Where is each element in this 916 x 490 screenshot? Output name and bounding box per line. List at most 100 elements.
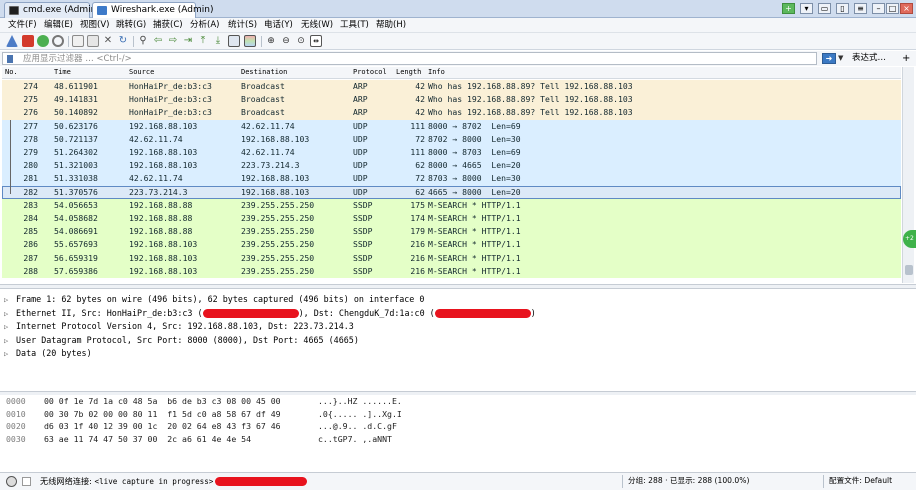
expand-arrow-icon[interactable]: ▷ [4, 348, 16, 362]
menu-wireless[interactable]: 无线(W) [301, 19, 333, 32]
expand-arrow-icon[interactable]: ▷ [4, 294, 16, 308]
detail-data[interactable]: ▷ Data (20 bytes) [4, 347, 92, 361]
go-to-packet-icon[interactable]: ⇥ [182, 35, 194, 47]
close-icon[interactable]: × [900, 3, 913, 14]
packet-number: 274 [23, 81, 38, 91]
capture-status-icon[interactable] [6, 476, 17, 487]
column-header-time[interactable]: Time [54, 67, 71, 78]
stop-icon[interactable] [22, 35, 34, 47]
maximize-icon[interactable]: □ [886, 3, 899, 14]
expand-arrow-icon[interactable]: ▷ [4, 308, 16, 322]
status-profile[interactable]: 配置文件: Default [829, 473, 892, 489]
open-file-icon[interactable] [72, 35, 84, 47]
menu-tools[interactable]: 工具(T) [340, 19, 369, 32]
last-packet-icon[interactable]: ⤓ [212, 35, 224, 47]
split-icon[interactable]: ▯ [836, 3, 849, 14]
packet-details[interactable]: ▷ Frame 1: 62 bytes on wire (496 bits), 6… [2, 290, 914, 390]
autoscroll-icon[interactable] [228, 35, 240, 47]
menu-file[interactable]: 文件(F) [8, 19, 37, 32]
packet-protocol: UDP [353, 147, 368, 157]
packet-destination: Broadcast [241, 81, 285, 91]
packet-row[interactable]: 274 48.611901 HonHaiPr_de:b3:c3 Broadcast AR… [2, 80, 901, 94]
detail-udp[interactable]: ▷ User Datagram Protocol, Src Port: 8000 … [4, 334, 359, 348]
packet-row[interactable]: 275 49.141831 HonHaiPr_de:b3:c3 Broadcast AR… [2, 93, 901, 107]
resize-columns-icon[interactable]: ⇹ [310, 35, 322, 47]
packet-info: M-SEARCH * HTTP/1.1 [428, 199, 521, 210]
packet-row[interactable]: 281 51.331038 42.62.11.74 192.168.88.103 UDP… [2, 172, 901, 186]
restart-icon[interactable] [37, 35, 49, 47]
menu-statistics[interactable]: 统计(S) [228, 19, 257, 32]
packet-protocol: SSDP [353, 239, 373, 250]
shark-fin-start-icon[interactable] [6, 35, 18, 47]
packet-row[interactable]: 286 55.657693 192.168.88.103 239.255.255.25… [2, 238, 901, 252]
column-header-protocol[interactable]: Protocol [353, 67, 387, 78]
bookmark-icon[interactable] [7, 55, 13, 63]
packet-number: 284 [23, 213, 38, 223]
menu-go[interactable]: 跳转(G) [116, 19, 146, 32]
packet-row[interactable]: 284 54.058682 192.168.88.88 239.255.255.250… [2, 212, 901, 226]
zoom-out-icon[interactable]: ⊖ [280, 35, 292, 47]
normal-size-icon[interactable]: ⊙ [295, 35, 307, 47]
edit-comment-icon[interactable] [22, 477, 31, 486]
menu-capture[interactable]: 捕获(C) [153, 19, 183, 32]
expand-arrow-icon[interactable]: ▷ [4, 321, 16, 335]
packet-bytes[interactable]: 0000 00 0f 1e 7d 1a c0 48 5a b6 de b3 c3 … [2, 395, 914, 469]
packet-row[interactable]: 285 54.086691 192.168.88.88 239.255.255.250… [2, 225, 901, 239]
packet-info: Who has 192.168.88.89? Tell 192.168.88.1… [428, 94, 633, 105]
new-tab-icon[interactable]: + [782, 3, 795, 14]
apply-filter-button[interactable]: ➜ [822, 53, 836, 64]
packet-number: 282 [23, 186, 38, 197]
pane-splitter[interactable] [0, 284, 916, 289]
save-file-icon[interactable] [87, 35, 99, 47]
go-forward-icon[interactable]: ⇨ [167, 35, 179, 47]
chevron-down-icon[interactable]: ▼ [838, 53, 846, 64]
find-packet-icon[interactable]: ⚲ [137, 35, 149, 47]
column-header-destination[interactable]: Destination [241, 67, 287, 78]
packet-protocol: SSDP [353, 213, 373, 223]
minimize-icon[interactable]: – [872, 3, 885, 14]
menu-view[interactable]: 视图(V) [80, 19, 109, 32]
menu-help[interactable]: 帮助(H) [376, 19, 406, 32]
column-header-no[interactable]: No. [5, 67, 18, 78]
tab-cmd[interactable]: cmd.exe (Admin) [4, 2, 100, 18]
tab-list-icon[interactable]: ▾ [800, 3, 813, 14]
options-gear-icon[interactable] [52, 35, 64, 47]
settings-icon[interactable]: ≡ [854, 3, 867, 14]
packet-row[interactable]: 276 50.140892 HonHaiPr_de:b3:c3 Broadcast AR… [2, 106, 901, 120]
column-header-length[interactable]: Length [396, 67, 421, 78]
zoom-in-icon[interactable]: ⊕ [265, 35, 277, 47]
add-filter-button[interactable]: + [902, 53, 910, 64]
expression-button[interactable]: 表达式… [852, 53, 886, 64]
packet-row[interactable]: 278 50.721137 42.62.11.74 192.168.88.103 UDP… [2, 132, 901, 146]
menu-telephony[interactable]: 电话(Y) [264, 19, 293, 32]
packet-list-scrollbar[interactable] [902, 67, 914, 283]
expand-arrow-icon[interactable]: ▷ [4, 335, 16, 349]
column-header-source[interactable]: Source [129, 67, 154, 78]
packet-row[interactable]: 280 51.321003 192.168.88.103 223.73.214.3 UD… [2, 159, 901, 173]
reload-icon[interactable]: ↻ [117, 35, 129, 47]
first-packet-icon[interactable]: ⤒ [197, 35, 209, 47]
packet-protocol: UDP [353, 120, 368, 131]
scrollbar-thumb[interactable] [905, 265, 913, 275]
detail-frame[interactable]: ▷ Frame 1: 62 bytes on wire (496 bits), 6… [4, 293, 424, 307]
duplicate-icon[interactable]: ▭ [818, 3, 831, 14]
packet-row[interactable]: 277 50.623176 192.168.88.103 42.62.11.74 UDP… [2, 119, 901, 133]
go-back-icon[interactable]: ⇦ [152, 35, 164, 47]
close-file-icon[interactable]: ✕ [102, 35, 114, 47]
display-filter-input[interactable] [2, 52, 817, 65]
packet-time: 49.141831 [54, 94, 98, 105]
column-header-info[interactable]: Info [428, 67, 445, 78]
detail-ethernet[interactable]: ▷ Ethernet II, Src: HonHaiPr_de:b3:c3 (),… [4, 307, 536, 321]
packet-row[interactable]: 279 51.264302 192.168.88.103 42.62.11.74 UDP… [2, 146, 901, 160]
packet-destination: 42.62.11.74 [241, 120, 295, 131]
packet-row[interactable]: 283 54.056653 192.168.88.88 239.255.255.250… [2, 198, 901, 212]
tab-wireshark[interactable]: Wireshark.exe (Admin) [92, 2, 213, 18]
detail-ipv4[interactable]: ▷ Internet Protocol Version 4, Src: 192.1… [4, 320, 354, 334]
menu-analyze[interactable]: 分析(A) [190, 19, 219, 32]
packet-row[interactable]: 288 57.659386 192.168.88.103 239.255.255.25… [2, 264, 901, 278]
colorize-icon[interactable] [244, 35, 256, 47]
packet-list[interactable]: No. Time Source Destination Protocol Len… [2, 67, 901, 283]
menu-edit[interactable]: 编辑(E) [44, 19, 73, 32]
packet-row[interactable]: 282 51.370576 223.73.214.3 192.168.88.103 UD… [2, 185, 901, 199]
packet-row[interactable]: 287 56.659319 192.168.88.103 239.255.255.25… [2, 251, 901, 265]
